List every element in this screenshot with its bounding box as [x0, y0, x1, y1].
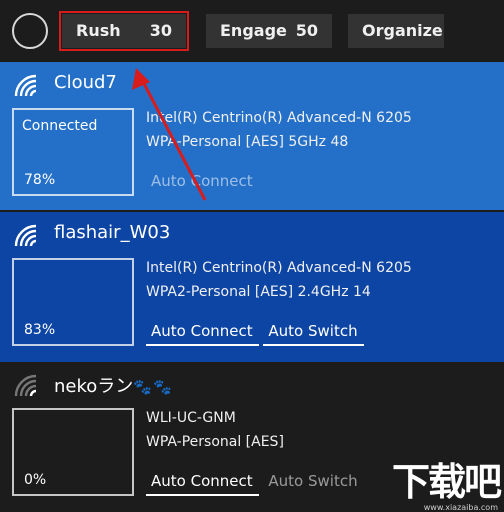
network-ssid: Cloud7 [54, 72, 117, 93]
adapter-name: Intel(R) Centrino(R) Advanced-N 6205 [146, 110, 412, 126]
connection-status: Connected [22, 118, 98, 134]
wifi-signal-icon [14, 374, 37, 397]
engage-label: Engage [220, 21, 287, 40]
adapter-name: Intel(R) Centrino(R) Advanced-N 6205 [146, 260, 412, 276]
network-row-neko[interactable]: nekoラン🐾🐾 0% WLI-UC-GNM WPA-Personal [AES… [0, 362, 504, 512]
wifi-signal-icon [14, 224, 37, 247]
network-options: Auto Connect [146, 170, 259, 194]
engage-value: 50 [295, 21, 318, 40]
organize-button[interactable]: Organize [348, 14, 444, 48]
signal-percentage: 0% [24, 472, 47, 488]
network-row-flashair[interactable]: flashair_W03 83% Intel(R) Centrino(R) Ad… [0, 212, 504, 362]
network-ssid: nekoラン🐾🐾 [54, 372, 173, 398]
rush-value: 30 [149, 21, 172, 40]
rush-button[interactable]: Rush 30 [59, 11, 189, 51]
auto-switch-toggle[interactable]: Auto Switch [263, 470, 363, 494]
signal-percentage: 78% [24, 172, 56, 188]
auto-connect-toggle[interactable]: Auto Connect [146, 320, 259, 346]
signal-percentage: 83% [24, 322, 56, 338]
auto-switch-toggle[interactable]: Auto Switch [263, 320, 364, 346]
signal-box[interactable]: 83% [12, 258, 134, 346]
security-details: WPA-Personal [AES] 5GHz 48 [146, 134, 349, 150]
wifi-signal-icon [14, 74, 37, 97]
auto-connect-toggle[interactable]: Auto Connect [146, 170, 259, 194]
paw-suffix: 🐾🐾 [133, 378, 173, 396]
security-details: WPA2-Personal [AES] 2.4GHz 14 [146, 284, 371, 300]
adapter-name: WLI-UC-GNM [146, 410, 236, 426]
watermark-url: www.xiazaiba.com [423, 503, 498, 512]
ssid-text: nekoラン [54, 376, 134, 397]
organize-label: Organize [362, 21, 443, 40]
security-details: WPA-Personal [AES] [146, 434, 284, 450]
signal-box[interactable]: Connected 78% [12, 108, 134, 196]
network-options: Auto Connect Auto Switch [146, 470, 364, 496]
auto-connect-toggle[interactable]: Auto Connect [146, 470, 259, 496]
network-row-cloud7[interactable]: Cloud7 Connected 78% Intel(R) Centrino(R… [0, 62, 504, 210]
signal-box[interactable]: 0% [12, 408, 134, 496]
toolbar: Rush 30 Engage 50 Organize [0, 0, 504, 62]
rush-label: Rush [76, 21, 121, 40]
engage-button[interactable]: Engage 50 [206, 14, 332, 48]
menu-circle-button[interactable] [12, 13, 48, 49]
network-ssid: flashair_W03 [54, 222, 171, 243]
network-options: Auto Connect Auto Switch [146, 320, 364, 346]
watermark-logo: 下载吧 [391, 460, 502, 504]
